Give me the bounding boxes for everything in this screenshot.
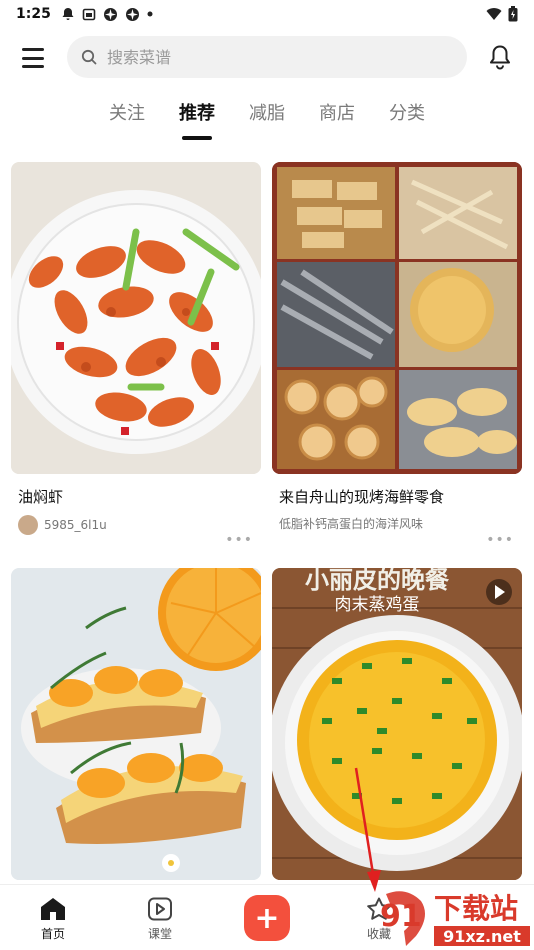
top-bar: [0, 34, 534, 82]
nav-classroom[interactable]: 课堂: [125, 885, 195, 950]
recipe-title[interactable]: 油焖虾: [18, 486, 261, 507]
recipe-subtitle[interactable]: 低脂补钙高蛋白的海洋风味: [279, 515, 522, 532]
bell-icon[interactable]: [488, 44, 512, 70]
recipe-image[interactable]: 小丽皮的晚餐 肉末蒸鸡蛋: [272, 568, 522, 880]
tab-categories[interactable]: 分类: [389, 96, 425, 140]
recipe-card[interactable]: [11, 568, 261, 884]
add-recipe-button[interactable]: +: [244, 895, 290, 941]
notification-icon: [62, 8, 74, 20]
battery-icon: [508, 6, 518, 22]
status-icons-right: [486, 6, 518, 22]
watermark-brand: 下载站: [434, 892, 518, 925]
seafood-snacks-image: [272, 162, 522, 474]
nav-home-label: 首页: [40, 927, 65, 941]
wifi-icon: [486, 7, 502, 20]
search-input[interactable]: [107, 47, 407, 67]
watermark-logo-image: 91 下载站 91xz.net: [380, 891, 530, 946]
watermark-site: 91xz.net: [443, 927, 521, 946]
menu-button[interactable]: [22, 48, 44, 68]
recipe-description[interactable]: 低脂补钙高蛋白的海洋风味: [279, 515, 423, 532]
play-icon: [148, 897, 172, 921]
category-tabs: 关注 推荐 减脂 商店 分类: [0, 96, 534, 140]
watermark-logo: 91 下载站 91xz.net: [376, 886, 534, 950]
status-bar: 1:25: [0, 0, 534, 28]
orange-sandwich-image: [11, 568, 261, 880]
shrimp-dish-image: [11, 162, 261, 474]
watermark-logo-number: 91: [380, 899, 422, 934]
home-icon: [41, 898, 65, 920]
recipe-image[interactable]: [272, 162, 522, 474]
menu-icon-line: [22, 48, 44, 51]
more-options-icon[interactable]: •••: [486, 532, 514, 548]
avatar[interactable]: [18, 515, 38, 535]
status-icons-left: [61, 7, 153, 22]
video-overlay-title: 小丽皮的晚餐: [305, 568, 450, 594]
nav-classroom-label: 课堂: [147, 927, 172, 941]
tab-follow[interactable]: 关注: [109, 96, 145, 140]
status-time: 1:25: [16, 6, 51, 22]
video-overlay-subtitle: 肉末蒸鸡蛋: [335, 595, 420, 615]
recipe-image[interactable]: [11, 568, 261, 880]
tab-fat-loss[interactable]: 减脂: [249, 96, 285, 140]
more-options-icon[interactable]: •••: [225, 532, 253, 548]
author-name[interactable]: 5985_6l1u: [44, 518, 107, 532]
tab-recommended[interactable]: 推荐: [179, 96, 215, 140]
menu-icon-line: [22, 56, 44, 60]
recipe-image[interactable]: [11, 162, 261, 474]
recipe-title[interactable]: 来自舟山的现烤海鲜零食: [279, 486, 522, 507]
search-bar[interactable]: [67, 36, 467, 78]
nav-home[interactable]: 首页: [18, 885, 88, 950]
menu-icon-line: [22, 65, 44, 68]
calendar-icon: [82, 8, 96, 21]
app-icon: [125, 7, 139, 21]
dot-icon: [147, 11, 153, 17]
search-icon: [81, 49, 97, 65]
app-icon: [103, 7, 117, 21]
tab-store[interactable]: 商店: [319, 96, 355, 140]
recipe-card[interactable]: 油焖虾 5985_6l1u •••: [11, 162, 261, 552]
recipe-card[interactable]: 来自舟山的现烤海鲜零食 低脂补钙高蛋白的海洋风味 •••: [272, 162, 522, 552]
recipe-card[interactable]: 小丽皮的晚餐 肉末蒸鸡蛋: [272, 568, 522, 884]
steamed-egg-image: 小丽皮的晚餐 肉末蒸鸡蛋: [272, 568, 522, 880]
